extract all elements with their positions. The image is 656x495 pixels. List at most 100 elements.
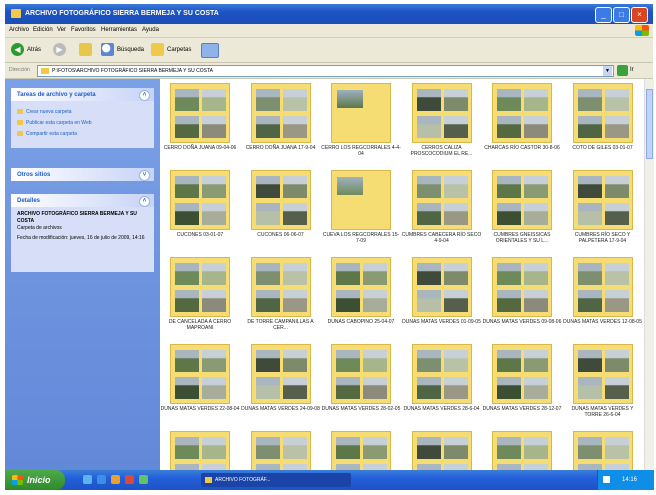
folder-label: CUEVA LOS REGCORRALES 15-7-09 — [322, 232, 400, 244]
app-icon[interactable] — [125, 475, 134, 484]
forward-arrow-icon[interactable]: ▶ — [53, 43, 66, 56]
other-places-header[interactable]: Otros sitios ˅ — [11, 168, 154, 181]
photo-thumbnail — [202, 437, 226, 459]
start-button[interactable]: Inicio — [5, 470, 65, 490]
search-button-label[interactable]: Búsqueda — [117, 47, 144, 53]
folder-item[interactable] — [241, 431, 321, 470]
menu-ayuda[interactable]: Ayuda — [142, 27, 159, 33]
folder-item[interactable]: CUMBRES GNEISSICAS ORIENTALES Y SU L... — [482, 170, 562, 258]
folder-item[interactable]: DE CANCELADA A CERRO MAPROANI — [160, 257, 240, 345]
folder-icon — [11, 9, 21, 18]
folder-item[interactable] — [160, 431, 240, 470]
folder-thumbnail — [411, 257, 472, 317]
address-label: Dirección — [9, 67, 30, 73]
photo-thumbnail — [336, 350, 360, 372]
search-icon[interactable] — [101, 43, 114, 56]
folder-item[interactable]: CUEVA LOS REGCORRALES 15-7-09 — [321, 170, 401, 258]
folder-item[interactable]: CERRO DOÑA JUANA 17-9-04 — [241, 83, 321, 171]
details-header[interactable]: Detalles ˄ — [11, 194, 154, 207]
folders-icon[interactable] — [151, 43, 164, 56]
expand-icon[interactable]: ˅ — [139, 170, 150, 181]
taskbar-item-explorer[interactable]: ARCHIVO FOTOGRÁF... — [201, 473, 351, 487]
desktop-icon[interactable] — [83, 475, 92, 484]
photo-thumbnail — [577, 176, 602, 198]
photo-thumbnail — [202, 176, 226, 198]
photo-thumbnail — [416, 116, 441, 138]
photo-thumbnail — [416, 350, 441, 372]
photo-thumbnail — [175, 263, 199, 285]
folder-thumbnail — [170, 344, 230, 404]
photo-thumbnail — [497, 263, 521, 285]
maximize-button[interactable]: □ — [613, 7, 630, 23]
task-new-folder[interactable]: Crear nueva carpeta — [17, 109, 72, 115]
tasks-header[interactable]: Tareas de archivo y carpeta ˄ — [11, 88, 154, 101]
folder-label: CERROS CALIZA PROSCOCODIUM EL RE... — [410, 145, 473, 157]
folder-item[interactable]: DUNAS MATAS VERDES 28-6-04 — [402, 344, 482, 432]
title-bar[interactable]: ARCHIVO FOTOGRÁFICO SIERRA BERMEJA Y SU … — [5, 4, 653, 24]
address-field[interactable]: P:\FOTOS\ARCHIVO FOTOGRÁFICO SIERRA BERM… — [37, 65, 614, 77]
photo-thumbnail — [255, 203, 280, 225]
folder-item[interactable]: CHARCAS RÍO CASTOR 30-8-06 — [482, 83, 562, 171]
view-grid-icon[interactable] — [201, 43, 219, 58]
folder-item[interactable] — [402, 431, 482, 470]
up-folder-icon[interactable] — [79, 43, 92, 56]
folder-item[interactable]: COTO DE GILES 03-01-07 — [563, 83, 643, 171]
tasks-title: Tareas de archivo y carpeta — [17, 92, 96, 98]
folder-thumbnail — [492, 344, 552, 404]
photo-thumbnail — [443, 437, 468, 459]
folder-item[interactable] — [321, 431, 401, 470]
minimize-button[interactable]: _ — [595, 7, 612, 23]
start-label: Inicio — [27, 475, 51, 485]
menu-herramientas[interactable]: Herramientas — [101, 27, 137, 33]
task-publish-web[interactable]: Publicar esta carpeta en Web — [17, 120, 92, 126]
collapse-icon[interactable]: ˄ — [139, 90, 150, 101]
back-button-label[interactable]: Atrás — [27, 47, 41, 53]
folder-thumbnail — [170, 170, 230, 230]
folder-item[interactable]: CUMBRES RÍO SECO Y PALPETERA 17-9-04 — [563, 170, 643, 258]
photo-thumbnail — [282, 116, 307, 138]
photo-thumbnail — [202, 350, 226, 372]
menu-ver[interactable]: Ver — [57, 27, 66, 33]
folder-item[interactable]: DUNAS MATAS VERDES 28-12-07 — [482, 344, 562, 432]
folder-item[interactable]: CUCONES 06-06-07 — [241, 170, 321, 258]
folder-item[interactable]: DUNAS MATAS VERDES 24-09-08 — [241, 344, 321, 432]
folder-item[interactable]: CERRO LOS REGCORRALES 4-4-04 — [321, 83, 401, 171]
folder-item[interactable]: DUNAS MATAS VERDES 22-08-04 — [160, 344, 240, 432]
folder-item[interactable]: DUNAS MATAS VERDES 12-08-05 — [563, 257, 643, 345]
folder-item[interactable] — [482, 431, 562, 470]
network-icon[interactable] — [603, 476, 610, 483]
folder-item[interactable]: DUNAS MATAS VERDES 01-09-05 — [402, 257, 482, 345]
go-button-label: Ir — [630, 67, 634, 73]
media-icon[interactable] — [111, 475, 120, 484]
folder-label: DUNAS MATAS VERDES 09-08-06 — [482, 319, 562, 325]
collapse-icon[interactable]: ˄ — [139, 196, 150, 207]
folder-item[interactable]: CUMBRES CABECERA RÍO SECO 4-9-04 — [402, 170, 482, 258]
menu-archivo[interactable]: Archivo — [9, 27, 29, 33]
folder-item[interactable]: DUNAS MATAS VERDES 09-08-06 — [482, 257, 562, 345]
folder-item[interactable]: CUCONES 03-01-07 — [160, 170, 240, 258]
folder-item[interactable]: CERRO DOÑA JUANA 09-04-06 — [160, 83, 240, 171]
folder-item[interactable]: DUNAS MATAS VERDES Y TORRE 26-6-04 — [563, 344, 643, 432]
folder-item[interactable]: DE TORRE CAMPANILLAS A CER... — [241, 257, 321, 345]
folder-item[interactable]: CERROS CALIZA PROSCOCODIUM EL RE... — [402, 83, 482, 171]
chevron-down-icon[interactable]: ▼ — [603, 66, 612, 76]
folder-item[interactable]: DUNAS MATAS VERDES 28-02-05 — [321, 344, 401, 432]
globe-icon — [17, 120, 23, 126]
folder-thumbnail — [572, 257, 633, 317]
photo-thumbnail — [577, 203, 602, 225]
menu-edicion[interactable]: Edición — [33, 27, 53, 33]
folder-item[interactable]: DUNAS CABOPINO 25-04-07 — [321, 257, 401, 345]
back-arrow-icon[interactable]: ◀ — [11, 43, 24, 56]
go-button[interactable]: Ir — [617, 65, 645, 76]
close-button[interactable]: × — [631, 7, 648, 23]
task-share-folder[interactable]: Compartir esta carpeta — [17, 131, 77, 137]
photo-thumbnail — [524, 263, 548, 285]
app-icon[interactable] — [139, 475, 148, 484]
vertical-scrollbar[interactable] — [644, 79, 654, 470]
folder-item[interactable] — [563, 431, 643, 470]
folder-label: CERRO DOÑA JUANA 09-04-06 — [163, 145, 237, 151]
menu-favoritos[interactable]: Favoritos — [71, 27, 96, 33]
scrollbar-thumb[interactable] — [646, 89, 653, 159]
browser-icon[interactable] — [97, 475, 106, 484]
folders-button-label[interactable]: Carpetas — [167, 47, 191, 53]
